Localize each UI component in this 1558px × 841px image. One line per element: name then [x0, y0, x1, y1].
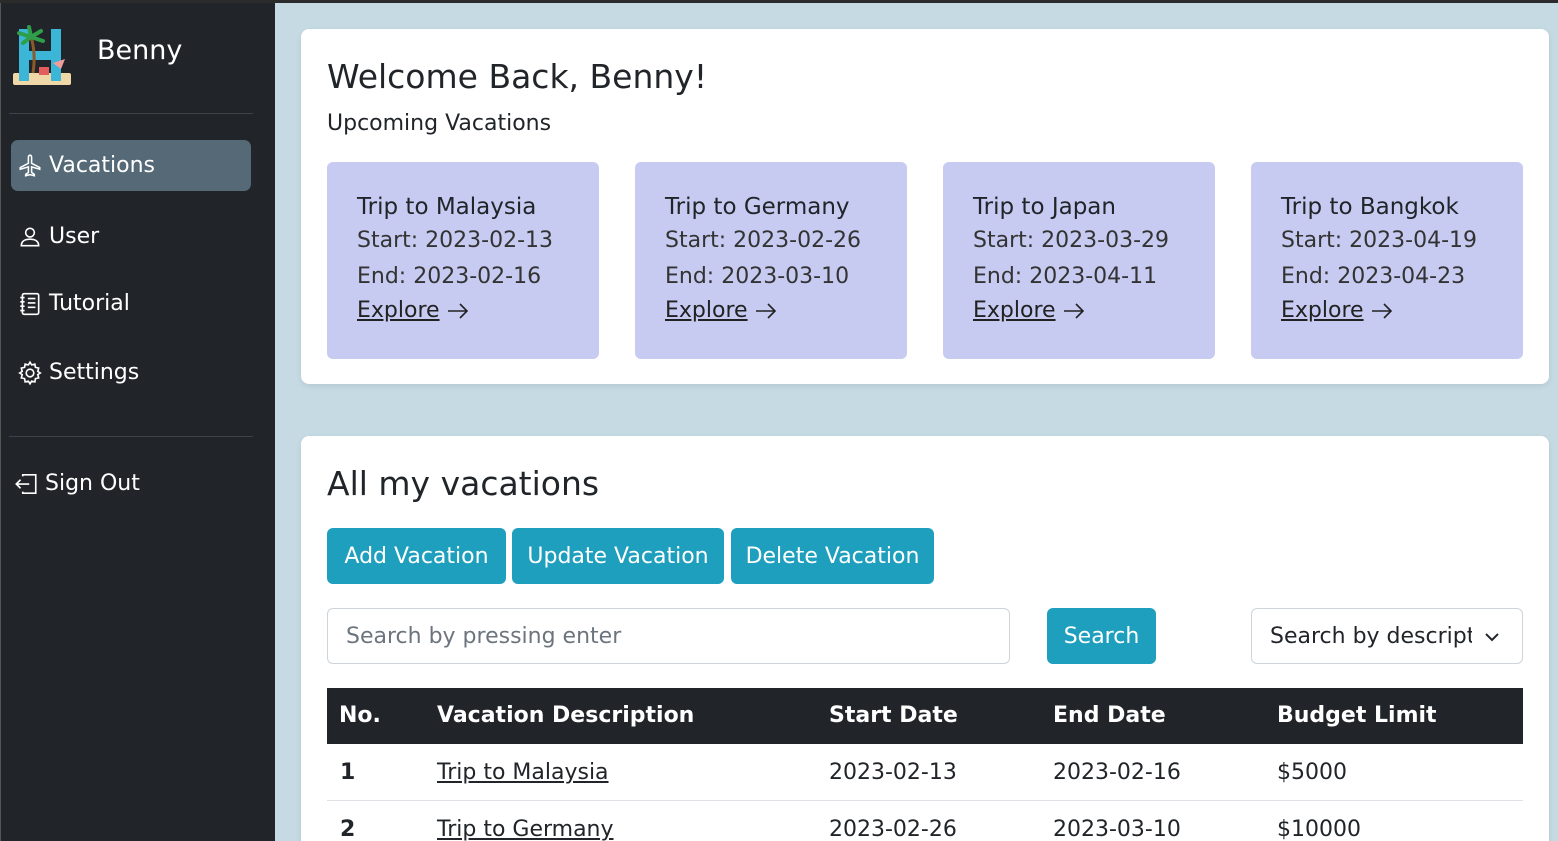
budget-cell: $5000: [1277, 760, 1347, 785]
sidebar-divider: [9, 113, 253, 114]
row-number: 1: [340, 760, 356, 785]
trip-title: Trip to Germany: [665, 194, 850, 220]
trip-title: Trip to Malaysia: [357, 194, 537, 220]
vacations-card: All my vacations Add Vacation Update Vac…: [301, 436, 1549, 841]
vacation-description-link[interactable]: Trip to Germany: [437, 817, 614, 841]
end-date-cell: 2023-03-10: [1053, 817, 1181, 841]
sidebar-item-user[interactable]: User: [11, 211, 251, 262]
upcoming-trip-card: Trip to Japan Start: 2023-03-29 End: 202…: [943, 162, 1215, 359]
sidebar-divider: [9, 436, 253, 437]
trip-end: End: 2023-02-16: [357, 264, 542, 289]
explore-link[interactable]: Explore: [665, 298, 778, 323]
sidebar-item-tutorial[interactable]: Tutorial: [11, 278, 251, 329]
explore-link[interactable]: Explore: [973, 298, 1086, 323]
explore-label: Explore: [973, 298, 1056, 323]
sidebar-item-label: Tutorial: [49, 291, 130, 316]
upcoming-trip-card: Trip to Germany Start: 2023-02-26 End: 2…: [635, 162, 907, 359]
delete-vacation-button[interactable]: Delete Vacation: [731, 528, 934, 584]
brand: Benny: [9, 23, 182, 89]
sidebar-item-label: User: [49, 224, 100, 249]
search-filter-value: Search by description: [1270, 623, 1472, 649]
table-header-cell: No.: [339, 703, 381, 728]
upcoming-trip-card: Trip to Bangkok Start: 2023-04-19 End: 2…: [1251, 162, 1523, 359]
start-date-cell: 2023-02-26: [829, 817, 957, 841]
person-icon: [20, 227, 40, 246]
explore-label: Explore: [665, 298, 748, 323]
start-date-cell: 2023-02-13: [829, 760, 957, 785]
add-vacation-button[interactable]: Add Vacation: [327, 528, 506, 584]
sidebar-item-label: Vacations: [49, 153, 156, 178]
vacations-heading: All my vacations: [327, 464, 600, 503]
trip-start: Start: 2023-02-26: [665, 228, 862, 253]
sidebar: Benny Vacations User Tutorial Settings S…: [0, 3, 275, 841]
arrow-right-icon: [447, 302, 468, 319]
user-name: Benny: [97, 35, 183, 66]
table-row: 2 Trip to Germany 2023-02-26 2023-03-10 …: [327, 801, 1523, 841]
arrow-right-icon: [1063, 302, 1084, 319]
search-button[interactable]: Search: [1047, 608, 1156, 664]
trip-start: Start: 2023-04-19: [1281, 228, 1478, 253]
trip-end: End: 2023-04-11: [973, 264, 1158, 289]
trip-title: Trip to Japan: [973, 194, 1116, 220]
upcoming-trip-card: Trip to Malaysia Start: 2023-02-13 End: …: [327, 162, 599, 359]
logo-icon: [13, 25, 71, 85]
sign-out-label: Sign Out: [45, 471, 140, 496]
end-date-cell: 2023-02-16: [1053, 760, 1181, 785]
vacation-description-link[interactable]: Trip to Malaysia: [437, 760, 609, 785]
trip-start: Start: 2023-03-29: [973, 228, 1170, 253]
arrow-right-icon: [755, 302, 776, 319]
page-title: Welcome Back, Benny!: [327, 57, 708, 96]
table-header-cell: Budget Limit: [1277, 703, 1437, 728]
journal-icon: [20, 292, 40, 315]
sidebar-item-label: Settings: [49, 360, 140, 385]
chevron-down-icon: [1485, 633, 1499, 642]
trip-end: End: 2023-03-10: [665, 264, 850, 289]
update-vacation-button[interactable]: Update Vacation: [512, 528, 724, 584]
explore-link[interactable]: Explore: [1281, 298, 1394, 323]
welcome-card: Welcome Back, Benny! Upcoming Vacations …: [301, 29, 1549, 384]
search-filter-select[interactable]: Search by description: [1251, 608, 1523, 664]
explore-label: Explore: [357, 298, 440, 323]
search-input[interactable]: [327, 608, 1010, 664]
table-header-cell: Vacation Description: [437, 703, 695, 728]
budget-cell: $10000: [1277, 817, 1361, 841]
airplane-icon: [19, 153, 41, 177]
sidebar-item-vacations[interactable]: Vacations: [11, 140, 251, 191]
table-header-row: No. Vacation Description Start Date End …: [327, 688, 1523, 744]
sidebar-item-settings[interactable]: Settings: [11, 347, 251, 398]
upcoming-heading: Upcoming Vacations: [327, 111, 552, 136]
gear-icon: [18, 360, 42, 385]
box-arrow-left-icon: [15, 473, 37, 494]
explore-link[interactable]: Explore: [357, 298, 470, 323]
trip-end: End: 2023-04-23: [1281, 264, 1466, 289]
table-row: 1 Trip to Malaysia 2023-02-13 2023-02-16…: [327, 744, 1523, 801]
arrow-right-icon: [1371, 302, 1392, 319]
trip-start: Start: 2023-02-13: [357, 228, 554, 253]
table-header-cell: Start Date: [829, 703, 958, 728]
row-number: 2: [340, 817, 356, 841]
trip-title: Trip to Bangkok: [1281, 194, 1459, 220]
table-header-cell: End Date: [1053, 703, 1166, 728]
sign-out-button[interactable]: Sign Out: [9, 458, 249, 509]
explore-label: Explore: [1281, 298, 1364, 323]
